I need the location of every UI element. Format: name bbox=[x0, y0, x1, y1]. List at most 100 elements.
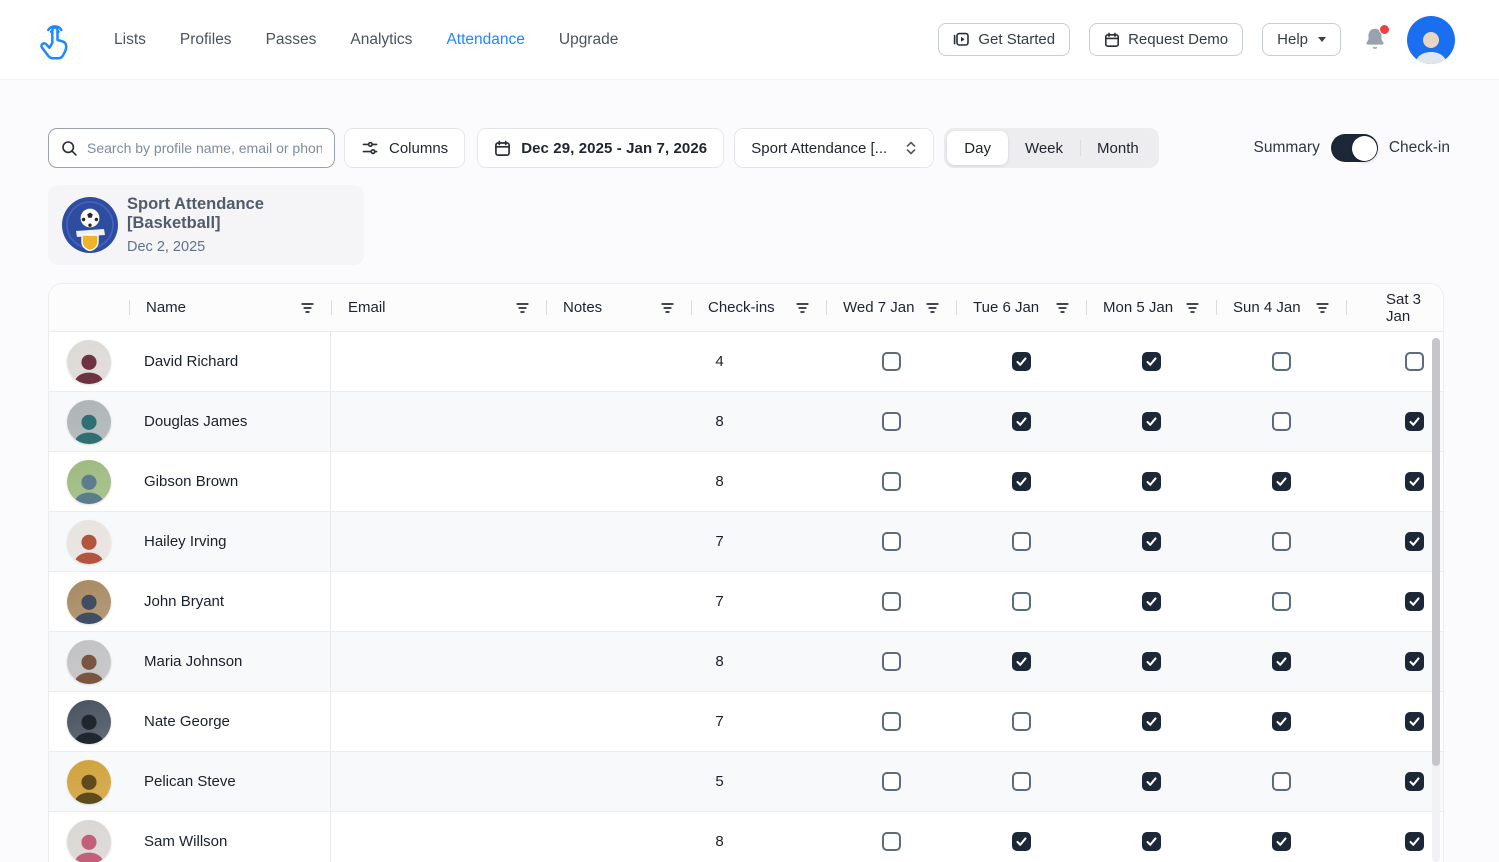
notifications-bell-icon[interactable] bbox=[1362, 26, 1388, 54]
checkins-count: 8 bbox=[715, 473, 723, 490]
day-cell bbox=[1086, 332, 1216, 391]
column-header-label: Sat 3 Jan bbox=[1386, 291, 1426, 325]
vertical-scrollbar-thumb[interactable] bbox=[1432, 338, 1440, 766]
attendance-checkbox[interactable] bbox=[1272, 712, 1291, 731]
day-cell bbox=[1346, 692, 1443, 751]
attendance-checkbox[interactable] bbox=[882, 832, 901, 851]
day-cell bbox=[826, 632, 956, 691]
attendance-checkbox[interactable] bbox=[1012, 832, 1031, 851]
get-started-button[interactable]: Get Started bbox=[938, 23, 1070, 56]
attendance-checkbox[interactable] bbox=[1405, 472, 1424, 491]
attendance-checkbox[interactable] bbox=[1405, 652, 1424, 671]
attendance-checkbox[interactable] bbox=[1272, 592, 1291, 611]
profile-avatar bbox=[67, 400, 111, 444]
attendance-checkbox[interactable] bbox=[882, 472, 901, 491]
vertical-scrollbar-track[interactable] bbox=[1432, 338, 1440, 862]
filter-icon[interactable] bbox=[796, 302, 809, 314]
attendance-checkbox[interactable] bbox=[882, 712, 901, 731]
attendance-checkbox[interactable] bbox=[1272, 352, 1291, 371]
attendance-checkbox[interactable] bbox=[1142, 592, 1161, 611]
attendance-checkbox[interactable] bbox=[1012, 532, 1031, 551]
attendance-checkbox[interactable] bbox=[1405, 352, 1424, 371]
attendance-checkbox[interactable] bbox=[1142, 352, 1161, 371]
nav-item-upgrade[interactable]: Upgrade bbox=[559, 31, 618, 49]
nav-item-passes[interactable]: Passes bbox=[266, 31, 317, 49]
day-cell bbox=[1346, 632, 1443, 691]
attendance-checkbox[interactable] bbox=[1142, 712, 1161, 731]
date-range-picker[interactable]: Dec 29, 2025 - Jan 7, 2026 bbox=[477, 128, 724, 168]
checkins-count: 7 bbox=[715, 533, 723, 550]
attendance-checkbox[interactable] bbox=[1012, 772, 1031, 791]
attendance-checkbox[interactable] bbox=[1405, 772, 1424, 791]
list-select-dropdown[interactable]: Sport Attendance [... bbox=[734, 128, 934, 168]
summary-checkin-switch[interactable] bbox=[1331, 134, 1378, 162]
attendance-checkbox[interactable] bbox=[1012, 592, 1031, 611]
attendance-checkbox[interactable] bbox=[1142, 652, 1161, 671]
check-icon bbox=[1408, 655, 1421, 668]
attendance-checkbox[interactable] bbox=[882, 592, 901, 611]
attendance-checkbox[interactable] bbox=[1405, 412, 1424, 431]
filter-icon[interactable] bbox=[301, 302, 314, 314]
name-cell: Sam Willson bbox=[129, 812, 331, 862]
name-cell: Hailey Irving bbox=[129, 512, 331, 571]
attendance-checkbox[interactable] bbox=[1272, 532, 1291, 551]
day-cell bbox=[1086, 392, 1216, 451]
columns-button[interactable]: Columns bbox=[344, 128, 465, 168]
nav-item-attendance[interactable]: Attendance bbox=[446, 31, 524, 49]
filter-icon[interactable] bbox=[1056, 302, 1069, 314]
avatar-cell bbox=[49, 332, 129, 391]
name-cell: Douglas James bbox=[129, 392, 331, 451]
attendance-checkbox[interactable] bbox=[1405, 532, 1424, 551]
attendance-checkbox[interactable] bbox=[1012, 712, 1031, 731]
filter-icon[interactable] bbox=[1316, 302, 1329, 314]
check-icon bbox=[1408, 775, 1421, 788]
nav-item-profiles[interactable]: Profiles bbox=[180, 31, 232, 49]
attendance-checkbox[interactable] bbox=[882, 652, 901, 671]
search-input[interactable] bbox=[87, 140, 322, 156]
view-mode-week[interactable]: Week bbox=[1008, 131, 1080, 165]
filter-icon[interactable] bbox=[1186, 302, 1199, 314]
avatar-cell bbox=[49, 632, 129, 691]
attendance-checkbox[interactable] bbox=[1405, 832, 1424, 851]
attendance-checkbox[interactable] bbox=[1405, 592, 1424, 611]
club-badge-icon bbox=[62, 197, 118, 253]
attendance-checkbox[interactable] bbox=[882, 772, 901, 791]
person-icon bbox=[69, 710, 109, 744]
attendance-checkbox[interactable] bbox=[882, 412, 901, 431]
user-avatar[interactable] bbox=[1407, 16, 1455, 64]
attendance-checkbox[interactable] bbox=[1012, 652, 1031, 671]
brand-logo-tap-hand-icon[interactable] bbox=[32, 17, 78, 63]
attendance-checkbox[interactable] bbox=[1272, 772, 1291, 791]
attendance-table: Name Email Notes Check-ins bbox=[48, 283, 1444, 862]
attendance-checkbox[interactable] bbox=[882, 352, 901, 371]
attendance-checkbox[interactable] bbox=[1012, 412, 1031, 431]
attendance-checkbox[interactable] bbox=[1142, 532, 1161, 551]
attendance-checkbox[interactable] bbox=[1272, 412, 1291, 431]
attendance-checkbox[interactable] bbox=[1272, 652, 1291, 671]
view-mode-month[interactable]: Month bbox=[1080, 131, 1156, 165]
filter-icon[interactable] bbox=[926, 302, 939, 314]
attendance-checkbox[interactable] bbox=[1012, 472, 1031, 491]
attendance-checkbox[interactable] bbox=[1272, 832, 1291, 851]
attendance-checkbox[interactable] bbox=[1272, 472, 1291, 491]
profile-name: Pelican Steve bbox=[144, 773, 236, 790]
help-dropdown-button[interactable]: Help bbox=[1262, 23, 1341, 56]
attendance-checkbox[interactable] bbox=[1405, 712, 1424, 731]
request-demo-button[interactable]: Request Demo bbox=[1089, 23, 1243, 56]
attendance-checkbox[interactable] bbox=[1012, 352, 1031, 371]
attendance-checkbox[interactable] bbox=[1142, 472, 1161, 491]
attendance-checkbox[interactable] bbox=[1142, 772, 1161, 791]
nav-item-analytics[interactable]: Analytics bbox=[350, 31, 412, 49]
filter-icon[interactable] bbox=[661, 302, 674, 314]
filter-icon[interactable] bbox=[516, 302, 529, 314]
attendance-checkbox[interactable] bbox=[882, 532, 901, 551]
day-cell bbox=[956, 572, 1086, 631]
column-header-label: Check-ins bbox=[708, 299, 775, 316]
event-card[interactable]: Sport Attendance [Basketball] Dec 2, 202… bbox=[48, 185, 364, 265]
attendance-checkbox[interactable] bbox=[1142, 412, 1161, 431]
view-mode-day[interactable]: Day bbox=[947, 131, 1008, 165]
day-cell bbox=[1086, 632, 1216, 691]
attendance-checkbox[interactable] bbox=[1142, 832, 1161, 851]
attendance-row: Douglas James 8 bbox=[49, 392, 1443, 452]
nav-item-lists[interactable]: Lists bbox=[114, 31, 146, 49]
